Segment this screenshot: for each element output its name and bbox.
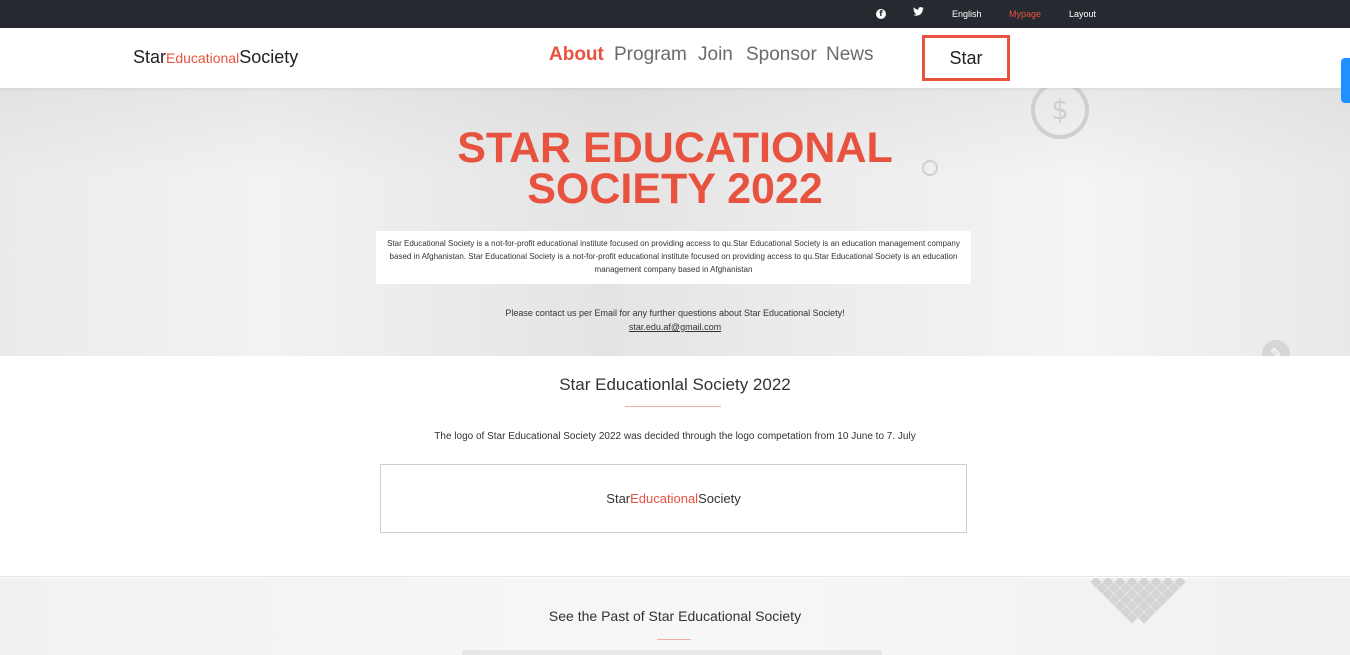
past-title-underline: [657, 639, 691, 640]
nav-program[interactable]: Program: [614, 44, 687, 66]
star-button[interactable]: Star: [922, 35, 1010, 81]
cut-off-text: [462, 650, 882, 655]
site-logo[interactable]: StarEducationalSociety: [133, 47, 298, 68]
logo-text-society: Society: [239, 47, 299, 67]
email-link-text[interactable]: star.edu.af@gmail.com: [629, 322, 721, 332]
contact-text: Please contact us per Email for any furt…: [505, 308, 845, 318]
logo-box-educational: Educational: [630, 491, 699, 506]
facebook-icon[interactable]: f: [874, 7, 888, 21]
logo-box-star: Star: [606, 491, 631, 506]
logo-box-society: Society: [698, 491, 741, 506]
past-section-title: See the Past of Star Educational Society: [548, 608, 802, 624]
logo-section: Star Educationlal Society 2022 The logo …: [0, 356, 1350, 577]
hero-banner: $ ✎ STAR EDUCATIONAL SOCIETY 2022 Star E…: [0, 88, 1350, 356]
pen-icon: ✎: [1262, 340, 1290, 356]
top-utility-bar: f English Mypage Layout: [0, 0, 1350, 28]
logo-text-star: Star: [133, 47, 167, 67]
section-title: Star Educationlal Society 2022: [559, 375, 791, 394]
twitter-icon[interactable]: [911, 7, 925, 21]
email-link[interactable]: star.edu.af@gmail.com: [0, 322, 1350, 332]
nav-news[interactable]: News: [826, 44, 874, 66]
past-section: See the Past of Star Educational Society: [0, 578, 1350, 655]
mypage-link[interactable]: Mypage: [1009, 0, 1041, 28]
hero-title: STAR EDUCATIONAL SOCIETY 2022: [0, 124, 1350, 213]
nav-join[interactable]: Join: [698, 44, 733, 66]
logo-display-box: StarEducationalSociety: [380, 464, 967, 533]
nav-sponsor[interactable]: Sponsor: [746, 44, 817, 66]
hero-description: Star Educational Society is a not-for-pr…: [376, 231, 971, 284]
side-tab[interactable]: [1341, 58, 1350, 103]
title-underline: [625, 406, 721, 407]
section-text: The logo of Star Educational Society 202…: [434, 431, 916, 442]
logo-text-educational: Educational: [166, 50, 240, 66]
hero-title-line2: SOCIETY 2022: [527, 165, 823, 213]
hero-title-line1: STAR EDUCATIONAL: [457, 124, 893, 172]
english-link[interactable]: English: [952, 0, 982, 28]
nav-about[interactable]: About: [549, 44, 604, 66]
main-header: StarEducationalSociety About Program Joi…: [0, 28, 1350, 88]
layout-link[interactable]: Layout: [1069, 0, 1096, 28]
